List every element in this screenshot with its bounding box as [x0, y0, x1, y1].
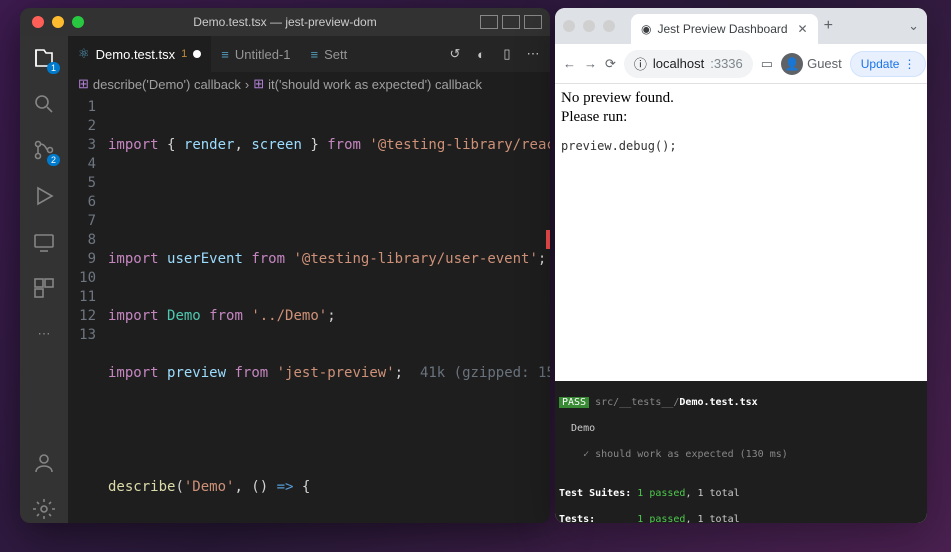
scm-icon[interactable]: 2	[30, 136, 58, 164]
account-icon[interactable]	[30, 449, 58, 477]
forward-button[interactable]: →	[584, 56, 597, 71]
menu-icon: ⋮	[903, 57, 915, 71]
more-icon[interactable]: ⋯	[30, 320, 58, 348]
reload-button[interactable]: ⟳	[605, 56, 616, 72]
profile-name: Guest	[807, 56, 842, 71]
vscode-window: Demo.test.tsx — jest-preview-dom 1 2	[20, 8, 550, 523]
minimize-dot[interactable]	[52, 16, 64, 28]
tab-demo-test[interactable]: ⚛ Demo.test.tsx 1	[68, 36, 211, 72]
close-tab-icon[interactable]: ✕	[794, 22, 808, 36]
extensions-icon[interactable]	[30, 274, 58, 302]
terminal-panel[interactable]: PASS src/__tests__/Demo.test.tsx Demo ✓ …	[555, 381, 927, 523]
new-tab-button[interactable]: +	[824, 17, 833, 35]
tab-settings[interactable]: ≡ Sett	[300, 36, 357, 72]
tab-untitled[interactable]: ≡ Untitled-1	[211, 36, 300, 72]
url-host: localhost	[653, 56, 704, 71]
code-editor[interactable]: 12345678910111213 import { render, scree…	[68, 96, 550, 523]
back-button[interactable]: ←	[563, 56, 576, 71]
split-icon[interactable]: ▯	[498, 45, 516, 63]
minimize-dot[interactable]	[583, 20, 595, 32]
fn-icon: ⊞	[253, 76, 264, 92]
dirty-dot	[193, 50, 201, 58]
remote-icon[interactable]	[30, 228, 58, 256]
panel-bottom-icon[interactable]	[502, 15, 520, 29]
browser-tab[interactable]: ◉ Jest Preview Dashboard ✕	[631, 14, 818, 44]
editor-tabs: ⚛ Demo.test.tsx 1 ≡ Untitled-1 ≡ Sett	[68, 36, 550, 72]
more-icon[interactable]: ⋯	[524, 45, 542, 63]
window-title: Demo.test.tsx — jest-preview-dom	[193, 15, 376, 29]
breadcrumb-item[interactable]: it('should work as expected') callback	[268, 77, 482, 92]
site-info-icon[interactable]: ⓘ	[634, 54, 647, 73]
tab-label: Untitled-1	[235, 47, 291, 62]
close-dot[interactable]	[563, 20, 575, 32]
address-input[interactable]: ⓘ localhost :3336	[624, 50, 753, 78]
scm-badge: 2	[47, 154, 60, 166]
react-icon: ⚛	[78, 46, 90, 62]
activity-bar: 1 2 ⋯	[20, 36, 68, 523]
panel-left-icon[interactable]	[480, 15, 498, 29]
explorer-icon[interactable]: 1	[30, 44, 58, 72]
reader-icon[interactable]: ▭	[761, 56, 773, 72]
tab-label: Demo.test.tsx	[96, 47, 175, 62]
maximize-dot[interactable]	[72, 16, 84, 28]
breadcrumb-item[interactable]: describe('Demo') callback	[93, 77, 241, 92]
close-dot[interactable]	[32, 16, 44, 28]
profile-chip[interactable]: 👤 Guest	[781, 53, 842, 75]
url-port: :3336	[710, 56, 743, 71]
code-snippet: preview.debug();	[561, 139, 677, 153]
explorer-badge: 1	[47, 62, 60, 74]
browser-tabstrip: ◉ Jest Preview Dashboard ✕ + ⌄	[555, 8, 927, 44]
status-badge: PASS	[559, 397, 589, 408]
tab-title: Jest Preview Dashboard	[657, 22, 787, 36]
chevron-right-icon: ›	[245, 77, 249, 92]
avatar: 👤	[781, 53, 803, 75]
fn-icon: ⊞	[78, 76, 89, 92]
run-icon[interactable]: ◐	[472, 45, 490, 63]
window-controls	[563, 20, 615, 32]
update-button[interactable]: Update ⋮	[850, 51, 927, 77]
window-controls	[20, 16, 84, 28]
editor-toolbar: ↺ ◐ ▯ ⋯	[446, 45, 550, 63]
tablist-chevron-icon[interactable]: ⌄	[908, 18, 919, 34]
code-content[interactable]: import { render, screen } from '@testing…	[108, 96, 550, 523]
search-icon[interactable]	[30, 90, 58, 118]
file-icon: ≡	[310, 47, 318, 62]
maximize-dot[interactable]	[603, 20, 615, 32]
update-label: Update	[861, 57, 900, 71]
globe-icon: ◉	[641, 22, 651, 36]
line-gutter: 12345678910111213	[68, 96, 108, 523]
file-icon: ≡	[221, 47, 229, 62]
tab-label: Sett	[324, 47, 347, 62]
panel-right-icon[interactable]	[524, 15, 542, 29]
page-line: No preview found.	[561, 90, 921, 107]
address-bar-row: ← → ⟳ ⓘ localhost :3336 ▭ 👤 Guest Update …	[555, 44, 927, 84]
error-marker[interactable]	[546, 230, 550, 249]
layout-controls	[480, 15, 542, 29]
page-line: Please run:	[561, 109, 921, 126]
history-icon[interactable]: ↺	[446, 45, 464, 63]
breadcrumb[interactable]: ⊞ describe('Demo') callback › ⊞ it('shou…	[68, 72, 550, 96]
tab-problems: 1	[181, 48, 187, 60]
gear-icon[interactable]	[30, 495, 58, 523]
vscode-titlebar: Demo.test.tsx — jest-preview-dom	[20, 8, 550, 36]
debug-icon[interactable]	[30, 182, 58, 210]
